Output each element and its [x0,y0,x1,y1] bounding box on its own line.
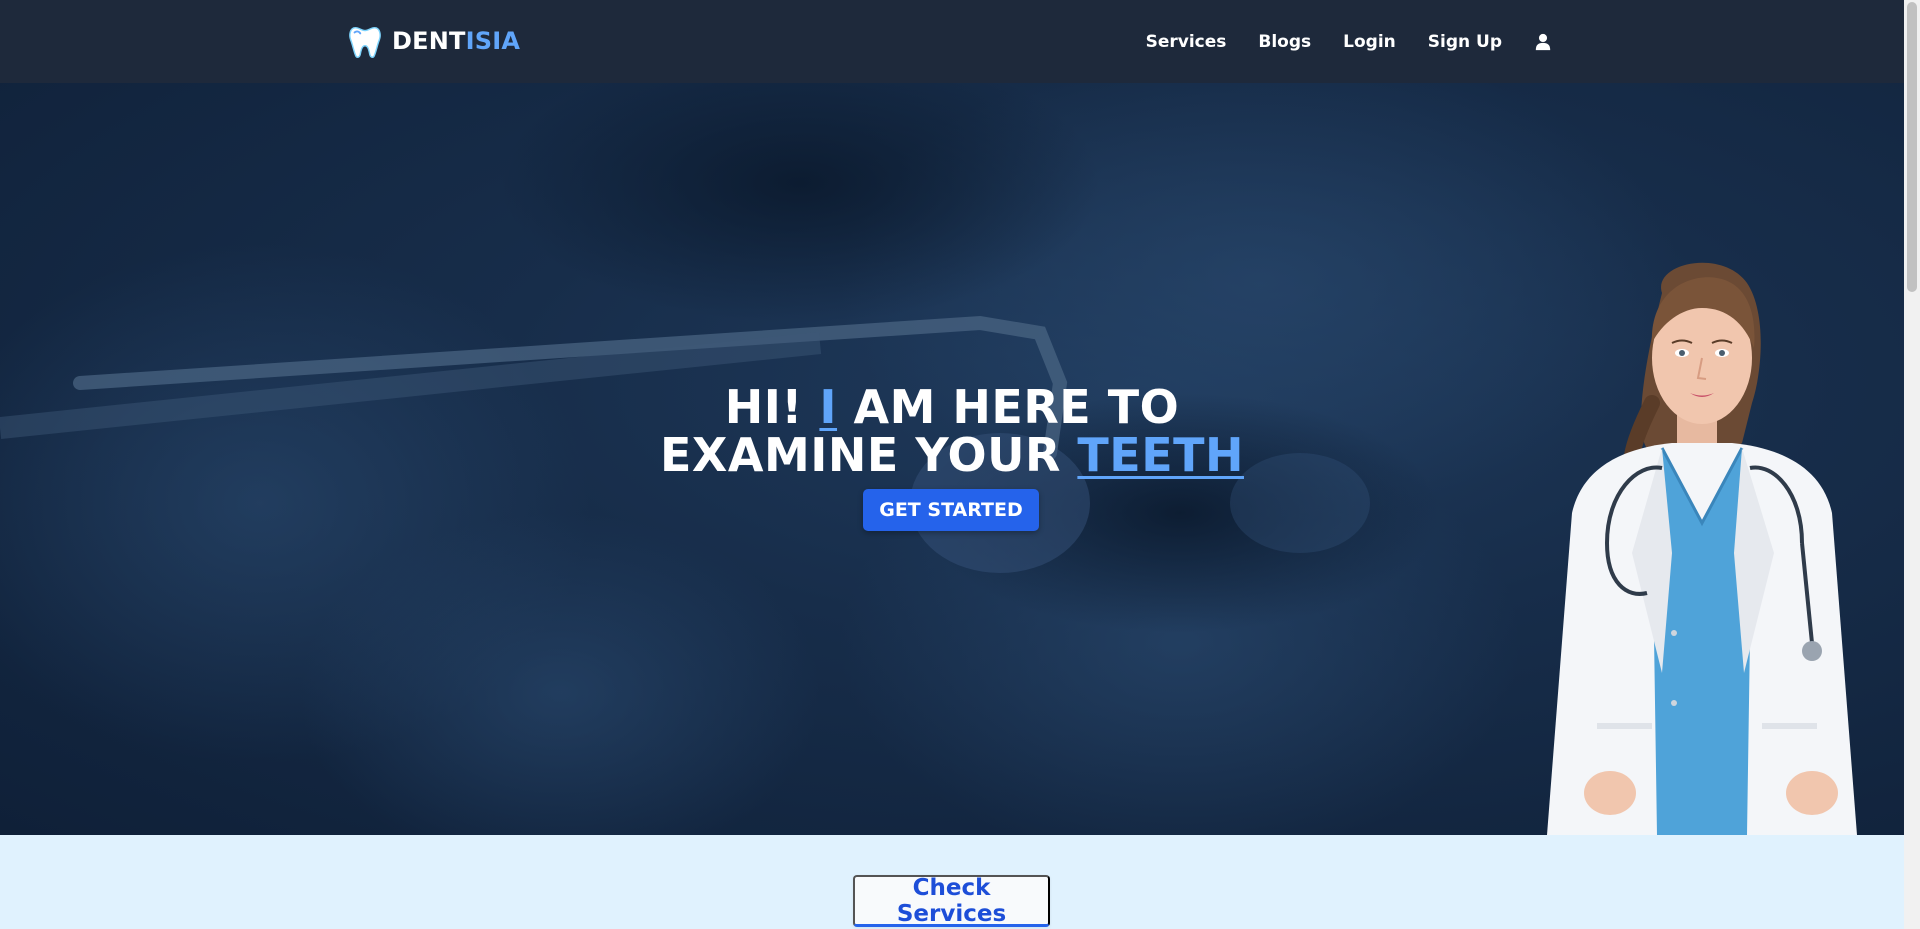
navbar: DENTISIA Services Blogs Login Sign Up [0,0,1904,83]
brand-name: DENTISIA [392,27,520,55]
hero-highlight-i: I [819,380,838,434]
brand-name-accent: ISIA [465,27,521,55]
brand-logo[interactable]: DENTISIA [346,22,520,60]
hero-line1-end: AM HERE TO [837,380,1180,434]
page-scrollbar[interactable] [1904,0,1920,929]
services-section: Check Services [0,835,1904,929]
nav-signup-link[interactable]: Sign Up [1428,32,1502,52]
hero-line1-start: HI! [724,380,820,434]
nav-login-link[interactable]: Login [1343,32,1396,52]
hero-line2-start: EXAMINE YOUR [660,428,1078,482]
user-icon[interactable] [1534,33,1552,51]
check-services-button[interactable]: Check Services [853,875,1050,927]
hero-highlight-teeth: TEETH [1077,428,1244,482]
nav-blogs-link[interactable]: Blogs [1258,32,1311,52]
nav-services-link[interactable]: Services [1146,32,1227,52]
scrollbar-thumb[interactable] [1907,2,1917,292]
nav-links: Services Blogs Login Sign Up [1146,0,1552,83]
hero-section: HI! I AM HERE TO EXAMINE YOUR TEETH GET … [0,83,1904,835]
brand-name-primary: DENT [392,27,466,55]
tooth-icon [349,26,381,58]
doctor-image [1547,262,1857,835]
get-started-button[interactable]: GET STARTED [863,489,1039,531]
